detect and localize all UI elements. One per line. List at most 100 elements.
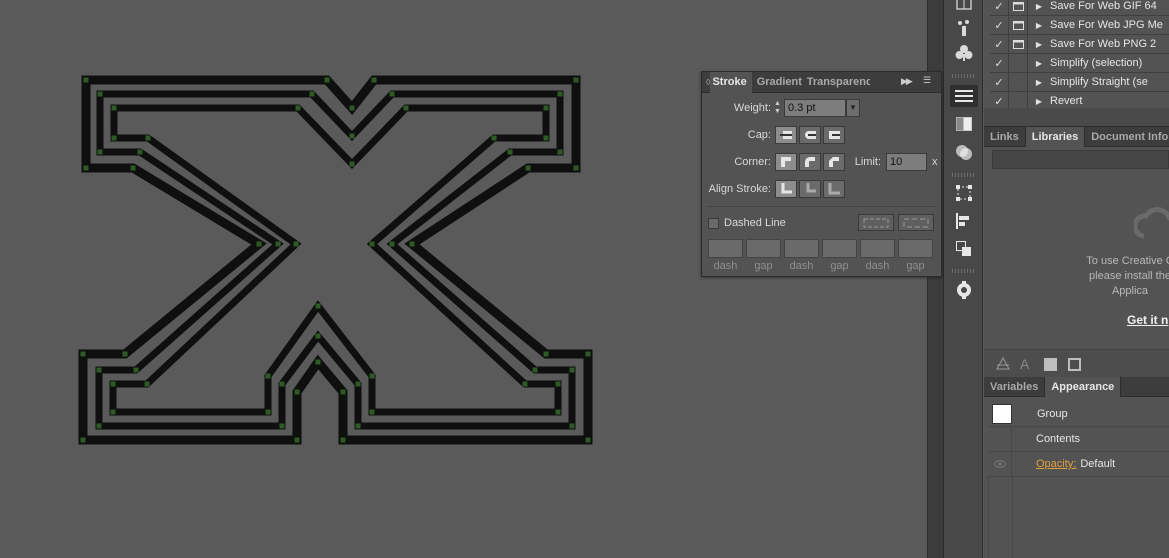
align-outside-button[interactable]: [823, 180, 845, 198]
anchor-point[interactable]: [573, 165, 579, 171]
expand-triangle-icon[interactable]: ▶: [1028, 97, 1050, 106]
anchor-point[interactable]: [83, 77, 89, 83]
expand-triangle-icon[interactable]: ▶: [1028, 59, 1050, 68]
toggle-item-check-icon[interactable]: ✓: [990, 95, 1008, 108]
navigator-icon[interactable]: [950, 279, 978, 301]
anchor-point[interactable]: [309, 91, 315, 97]
anchor-point[interactable]: [389, 91, 395, 97]
toggle-dialog-icon[interactable]: [1008, 0, 1028, 16]
anchor-point[interactable]: [349, 161, 355, 167]
action-row[interactable]: ✓ ▶ Save For Web PNG 2: [990, 34, 1169, 54]
anchor-point[interactable]: [294, 437, 300, 443]
anchor-point[interactable]: [293, 241, 299, 247]
artboards-icon[interactable]: [950, 0, 978, 16]
anchor-point[interactable]: [557, 149, 563, 155]
action-row[interactable]: ✓ ▶ Save For Web JPG Me: [990, 15, 1169, 35]
anchor-point[interactable]: [137, 149, 143, 155]
tab-links[interactable]: Links: [984, 127, 1026, 147]
anchor-point[interactable]: [110, 409, 116, 415]
tab-transparency[interactable]: Transparency: [802, 72, 870, 93]
anchor-point[interactable]: [355, 381, 361, 387]
panel-group-grip[interactable]: [952, 74, 976, 78]
anchor-point[interactable]: [371, 77, 377, 83]
anchor-point[interactable]: [543, 351, 549, 357]
transparency-icon[interactable]: [950, 141, 978, 163]
anchor-point[interactable]: [340, 437, 346, 443]
anchor-point[interactable]: [340, 389, 346, 395]
anchor-point[interactable]: [315, 333, 321, 339]
bevel-join-button[interactable]: [823, 153, 845, 171]
round-cap-button[interactable]: [799, 126, 821, 144]
preserve-dash-button[interactable]: [858, 214, 894, 231]
anchor-point[interactable]: [369, 241, 375, 247]
anchor-point[interactable]: [265, 409, 271, 415]
anchor-point[interactable]: [145, 135, 151, 141]
gap-1-input[interactable]: [746, 239, 781, 258]
anchor-point[interactable]: [294, 389, 300, 395]
miter-limit-input[interactable]: 10: [886, 153, 927, 171]
dash-2-input[interactable]: [784, 239, 819, 258]
action-row[interactable]: ✓ ▶ Save For Web GIF 64: [990, 0, 1169, 16]
add-graphic-icon[interactable]: [996, 356, 1010, 373]
butt-cap-button[interactable]: [775, 126, 797, 144]
panel-group-grip[interactable]: [952, 173, 976, 177]
symbol-sprayer-icon[interactable]: [950, 17, 978, 39]
add-text-icon[interactable]: A: [1020, 356, 1029, 372]
anchor-point[interactable]: [355, 423, 361, 429]
toggle-item-check-icon[interactable]: ✓: [990, 19, 1008, 32]
anchor-point[interactable]: [133, 367, 139, 373]
pathfinder-icon[interactable]: [950, 238, 978, 260]
gap-3-input[interactable]: [898, 239, 933, 258]
weight-input[interactable]: 0.3 pt: [784, 99, 846, 117]
anchor-point[interactable]: [315, 303, 321, 309]
anchor-point[interactable]: [122, 351, 128, 357]
tab-gradient[interactable]: Gradient: [752, 72, 802, 93]
add-stroke-color-icon[interactable]: [1068, 358, 1081, 371]
anchor-point[interactable]: [96, 423, 102, 429]
anchor-point[interactable]: [130, 165, 136, 171]
anchor-point[interactable]: [315, 359, 321, 365]
anchor-point[interactable]: [110, 381, 116, 387]
anchor-point[interactable]: [275, 241, 281, 247]
anchor-point[interactable]: [97, 149, 103, 155]
anchor-point[interactable]: [111, 135, 117, 141]
miter-join-button[interactable]: [775, 153, 797, 171]
appearance-group-row[interactable]: Group: [988, 402, 1169, 427]
anchor-point[interactable]: [324, 77, 330, 83]
libraries-dropdown[interactable]: [992, 150, 1169, 169]
tab-document-info[interactable]: Document Info: [1085, 127, 1169, 147]
anchor-point[interactable]: [543, 135, 549, 141]
anchor-point[interactable]: [525, 165, 531, 171]
anchor-point[interactable]: [349, 133, 355, 139]
toggle-dialog-empty[interactable]: [1008, 72, 1028, 92]
more-tabs-icon[interactable]: ▶▶: [901, 76, 913, 87]
club-symbol-icon[interactable]: [950, 42, 978, 64]
anchor-point[interactable]: [543, 105, 549, 111]
anchor-point[interactable]: [389, 241, 395, 247]
expand-triangle-icon[interactable]: ▶: [1028, 78, 1050, 87]
gap-2-input[interactable]: [822, 239, 857, 258]
tab-variables[interactable]: Variables: [984, 377, 1046, 397]
anchor-point[interactable]: [295, 105, 301, 111]
dashed-line-checkbox[interactable]: [708, 217, 719, 229]
anchor-point[interactable]: [279, 423, 285, 429]
anchor-point[interactable]: [555, 381, 561, 387]
align-icon[interactable]: [950, 210, 978, 232]
get-it-link[interactable]: Get it n: [1127, 313, 1168, 327]
projecting-cap-button[interactable]: [823, 126, 845, 144]
toggle-dialog-icon[interactable]: [1008, 34, 1028, 54]
anchor-point[interactable]: [256, 241, 262, 247]
anchor-point[interactable]: [96, 367, 102, 373]
dash-1-input[interactable]: [708, 239, 743, 258]
anchor-point[interactable]: [369, 409, 375, 415]
align-dash-button[interactable]: [898, 214, 934, 231]
action-row[interactable]: ✓ ▶ Simplify Straight (se: [990, 72, 1169, 92]
anchor-point[interactable]: [80, 437, 86, 443]
anchor-point[interactable]: [569, 367, 575, 373]
transform-icon[interactable]: [950, 182, 978, 204]
anchor-point[interactable]: [97, 91, 103, 97]
anchor-point[interactable]: [409, 241, 415, 247]
anchor-point[interactable]: [507, 149, 513, 155]
anchor-point[interactable]: [569, 423, 575, 429]
anchor-point[interactable]: [369, 373, 375, 379]
